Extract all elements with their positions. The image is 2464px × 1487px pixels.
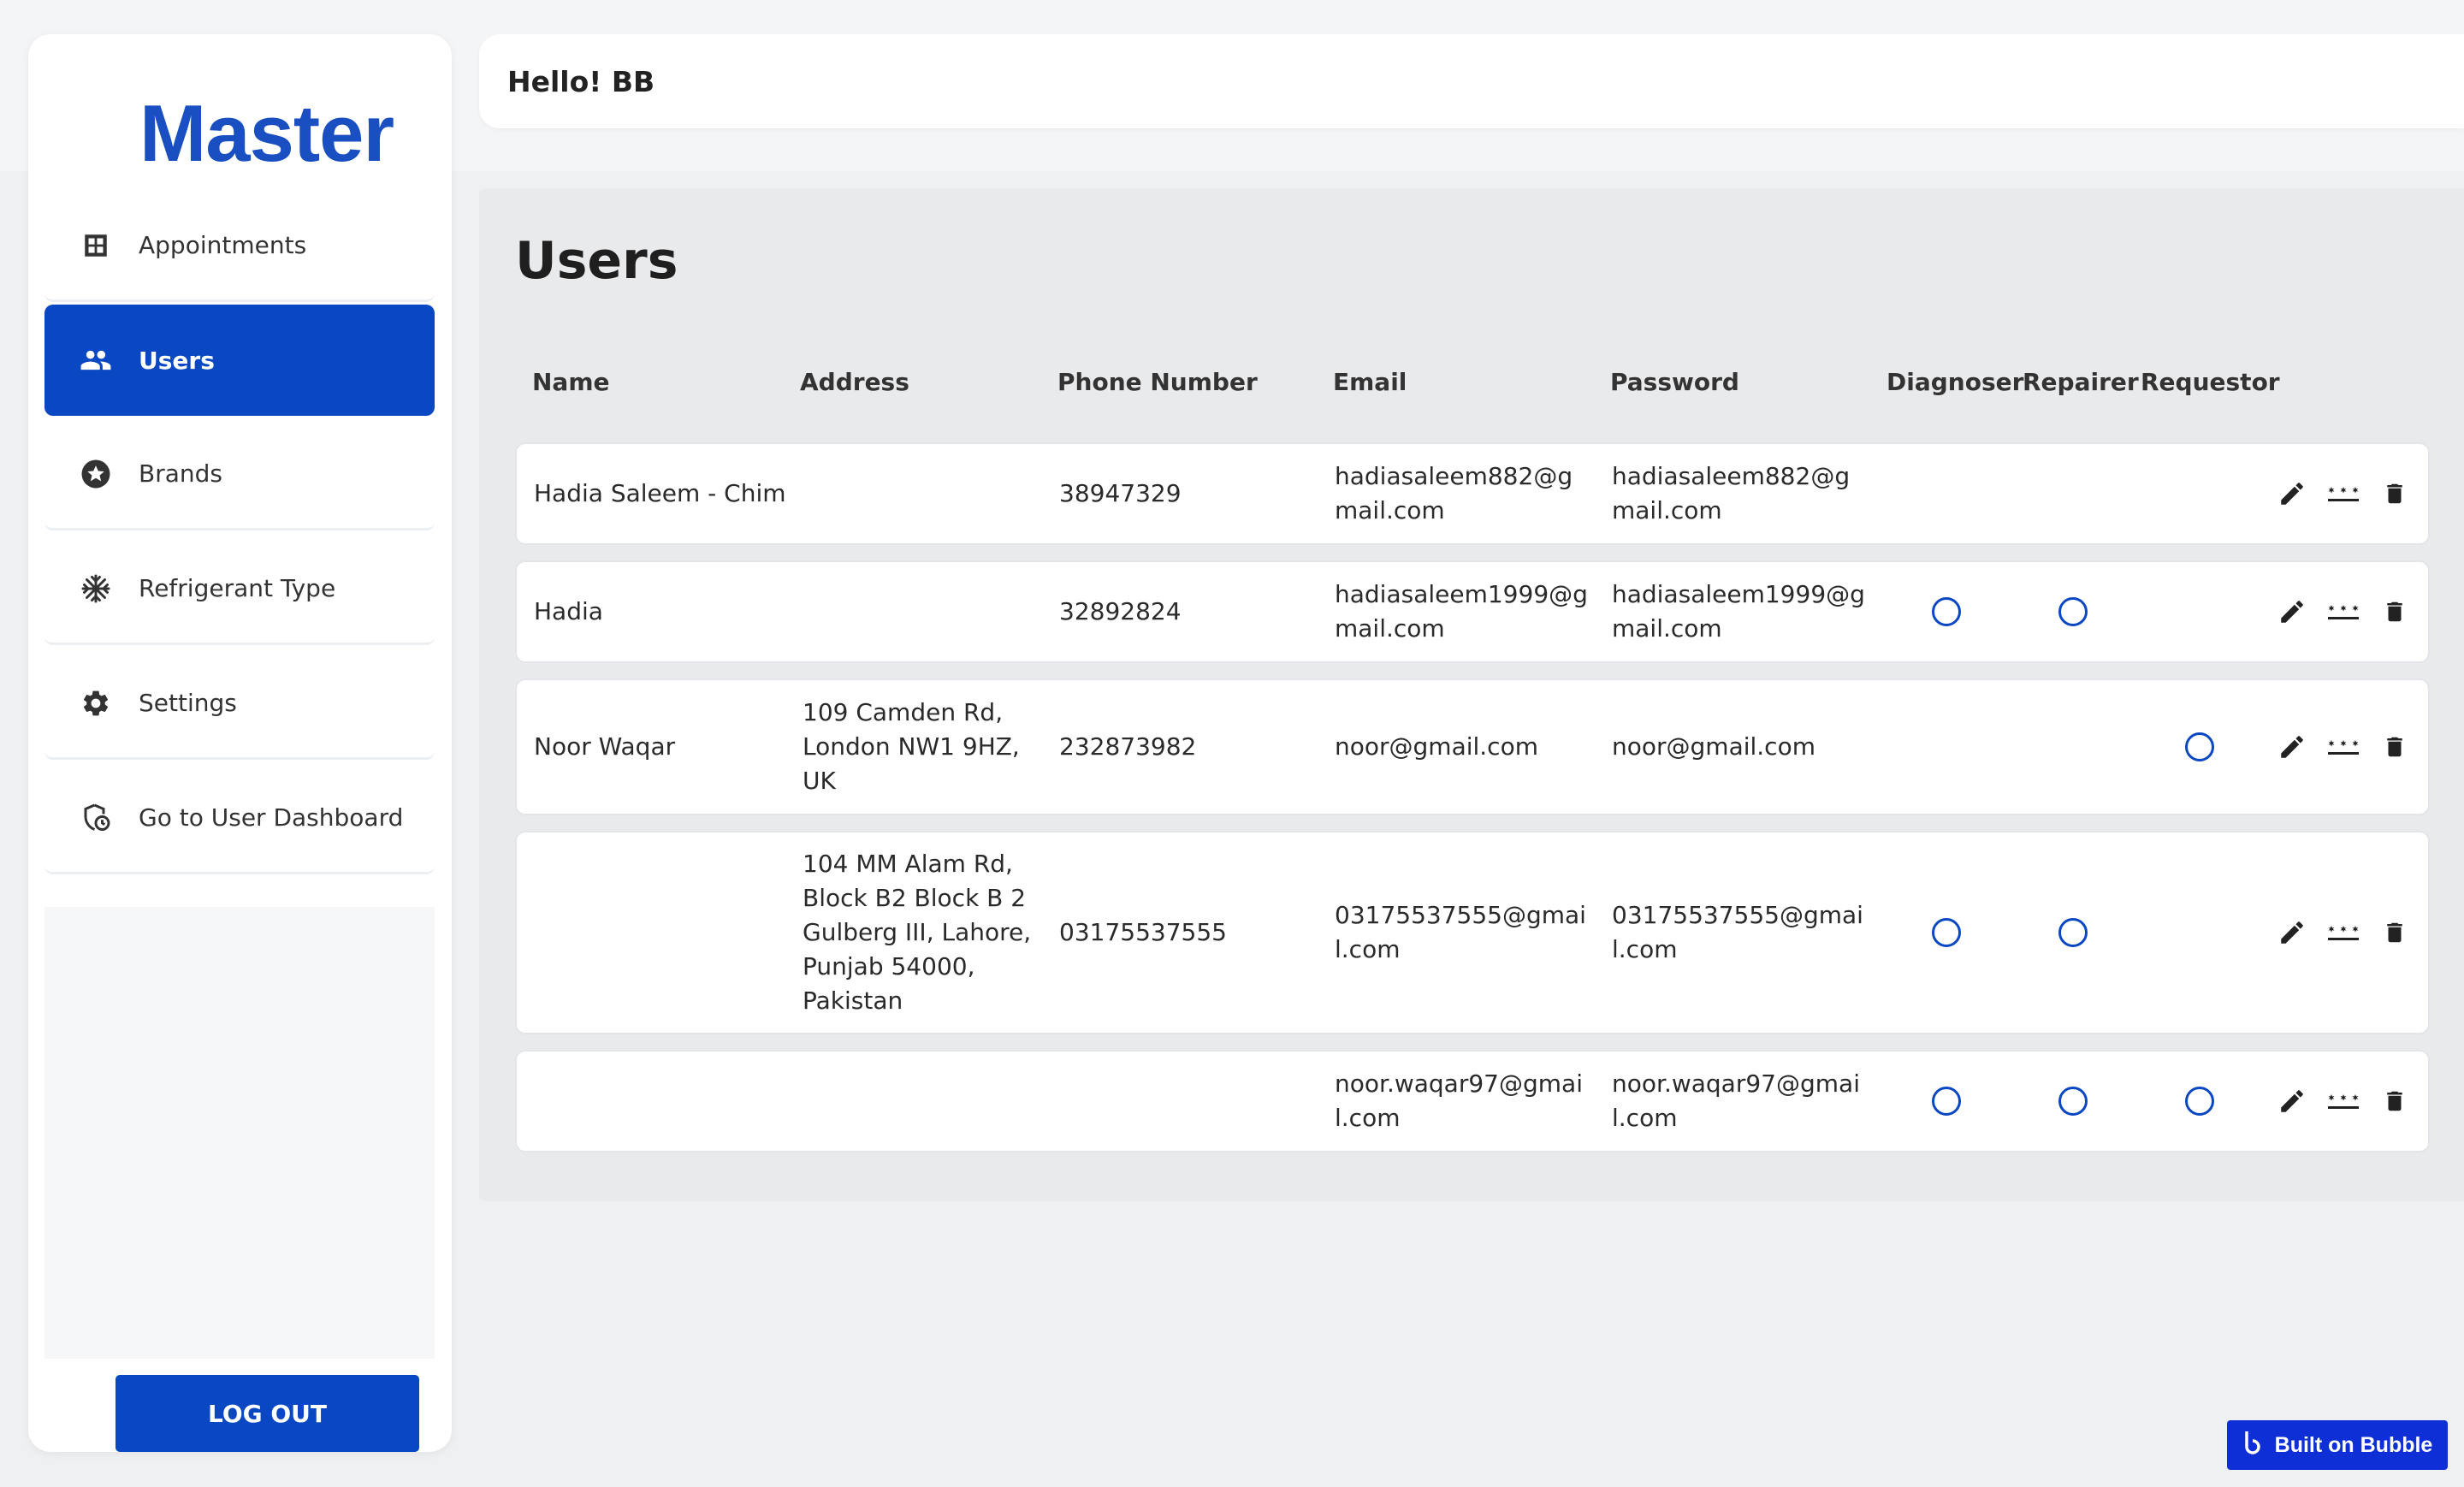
- pencil-icon[interactable]: [2275, 595, 2309, 629]
- users-panel: Users Name Address Phone Number Email Pa…: [479, 188, 2464, 1201]
- sidebar-item-label: Settings: [139, 689, 237, 717]
- top-header: Hello! BB: [479, 34, 2464, 128]
- sidebar-item-appointments[interactable]: Appointments: [44, 191, 435, 302]
- password-dots-icon[interactable]: [2326, 915, 2360, 950]
- sidebar-spacer: [44, 907, 435, 1359]
- user-address: 104 MM Alam Rd, Block B2 Block B 2 Gulbe…: [803, 850, 1032, 1015]
- column-header-repairer: Repairer: [2023, 368, 2139, 396]
- sidebar-item-label: Go to User Dashboard: [139, 803, 404, 832]
- requestor-checkbox[interactable]: [2185, 597, 2214, 626]
- user-password: noor@gmail.com: [1612, 732, 1815, 761]
- sidebar-item-go-to-user-dashboard[interactable]: Go to User Dashboard: [44, 763, 435, 874]
- requestor-checkbox[interactable]: [2185, 1087, 2214, 1116]
- sidebar-item-refrigerant-type[interactable]: Refrigerant Type: [44, 534, 435, 645]
- logout-button[interactable]: LOG OUT: [116, 1375, 419, 1452]
- trash-icon[interactable]: [2378, 915, 2412, 950]
- trash-icon[interactable]: [2378, 1084, 2412, 1118]
- user-password: hadiasaleem882@gmail.com: [1612, 462, 1851, 524]
- user-name: Noor Waqar: [534, 732, 676, 761]
- pencil-icon[interactable]: [2275, 1084, 2309, 1118]
- diagnoser-checkbox[interactable]: [1932, 732, 1961, 761]
- checkmark-icon: [2064, 736, 2082, 758]
- sidebar-item-label: Refrigerant Type: [139, 574, 336, 602]
- trash-icon[interactable]: [2378, 595, 2412, 629]
- table-row[interactable]: noor.waqar97@gmail.com noor.waqar97@gmai…: [515, 1050, 2430, 1152]
- sidebar: Master Appointments Users Brands Refrige…: [28, 34, 452, 1452]
- repairer-checkbox[interactable]: [2058, 918, 2088, 947]
- repairer-checkbox[interactable]: [2058, 732, 2088, 761]
- greeting-text: Hello! BB: [507, 64, 655, 98]
- user-password: 03175537555@gmail.com: [1612, 901, 1863, 963]
- user-email: 03175537555@gmail.com: [1335, 901, 1586, 963]
- checkmark-icon: [1937, 736, 1956, 758]
- user-email: noor@gmail.com: [1335, 732, 1538, 761]
- checkmark-icon: [1937, 483, 1956, 505]
- column-header-diagnoser: Diagnoser: [1886, 368, 2024, 396]
- repairer-checkbox[interactable]: [2058, 597, 2088, 626]
- diagnoser-checkbox[interactable]: [1932, 1087, 1961, 1116]
- bubble-logo-icon: [2242, 1430, 2265, 1461]
- grid-icon: [79, 228, 113, 263]
- password-dots-icon[interactable]: [2326, 477, 2360, 511]
- badge-label: Built on Bubble: [2274, 1432, 2433, 1457]
- snowflake-icon: [79, 572, 113, 606]
- user-email: noor.waqar97@gmail.com: [1335, 1069, 1583, 1132]
- sidebar-item-settings[interactable]: Settings: [44, 649, 435, 760]
- diagnoser-checkbox[interactable]: [1932, 479, 1961, 508]
- user-name: Hadia: [534, 597, 603, 625]
- diagnoser-checkbox[interactable]: [1932, 918, 1961, 947]
- sidebar-item-users[interactable]: Users: [44, 305, 435, 416]
- user-phone: 32892824: [1059, 597, 1182, 625]
- column-header-password: Password: [1610, 368, 1739, 396]
- table-row[interactable]: Noor Waqar 109 Camden Rd, London NW1 9HZ…: [515, 678, 2430, 815]
- user-name: Hadia Saleem - Chim: [534, 479, 786, 507]
- sidebar-item-label: Users: [139, 346, 215, 375]
- pencil-icon[interactable]: [2275, 915, 2309, 950]
- checkmark-icon: [2064, 483, 2082, 505]
- column-header-email: Email: [1333, 368, 1407, 396]
- repairer-checkbox[interactable]: [2058, 1087, 2088, 1116]
- user-phone: 232873982: [1059, 732, 1197, 761]
- requestor-checkbox[interactable]: [2185, 732, 2214, 761]
- password-dots-icon[interactable]: [2326, 595, 2360, 629]
- user-phone: 38947329: [1059, 479, 1182, 507]
- column-header-requestor: Requestor: [2141, 368, 2280, 396]
- gear-icon: [79, 686, 113, 720]
- table-row[interactable]: Hadia 32892824 hadiasaleem1999@gmail.com…: [515, 560, 2430, 663]
- user-address: 109 Camden Rd, London NW1 9HZ, UK: [803, 698, 1020, 795]
- table-row[interactable]: 104 MM Alam Rd, Block B2 Block B 2 Gulbe…: [515, 831, 2430, 1034]
- password-dots-icon[interactable]: [2326, 1084, 2360, 1118]
- pencil-icon[interactable]: [2275, 730, 2309, 764]
- star-badge-icon: [79, 457, 113, 491]
- column-header-name: Name: [532, 368, 610, 396]
- checkmark-icon: [2190, 483, 2209, 505]
- user-email: hadiasaleem882@gmail.com: [1335, 462, 1573, 524]
- pencil-icon[interactable]: [2275, 477, 2309, 511]
- trash-icon[interactable]: [2378, 730, 2412, 764]
- users-icon: [79, 343, 113, 377]
- checkmark-icon: [2190, 921, 2209, 944]
- page-title: Users: [515, 231, 678, 291]
- user-password: noor.waqar97@gmail.com: [1612, 1069, 1860, 1132]
- built-on-bubble-badge[interactable]: Built on Bubble: [2227, 1420, 2448, 1470]
- checkmark-icon: [2190, 601, 2209, 623]
- column-header-phone: Phone Number: [1057, 368, 1258, 396]
- sidebar-item-label: Appointments: [139, 231, 307, 259]
- requestor-checkbox[interactable]: [2185, 918, 2214, 947]
- password-dots-icon[interactable]: [2326, 730, 2360, 764]
- table-row[interactable]: Hadia Saleem - Chim 38947329 hadiasaleem…: [515, 442, 2430, 545]
- user-email: hadiasaleem1999@gmail.com: [1335, 580, 1588, 643]
- repairer-checkbox[interactable]: [2058, 479, 2088, 508]
- shield-clock-icon: [79, 801, 113, 835]
- trash-icon[interactable]: [2378, 477, 2412, 511]
- requestor-checkbox[interactable]: [2185, 479, 2214, 508]
- column-header-address: Address: [800, 368, 909, 396]
- user-password: hadiasaleem1999@gmail.com: [1612, 580, 1865, 643]
- user-phone: 03175537555: [1059, 918, 1227, 946]
- app-logo[interactable]: Master: [139, 87, 394, 180]
- sidebar-item-brands[interactable]: Brands: [44, 419, 435, 530]
- sidebar-item-label: Brands: [139, 459, 222, 488]
- diagnoser-checkbox[interactable]: [1932, 597, 1961, 626]
